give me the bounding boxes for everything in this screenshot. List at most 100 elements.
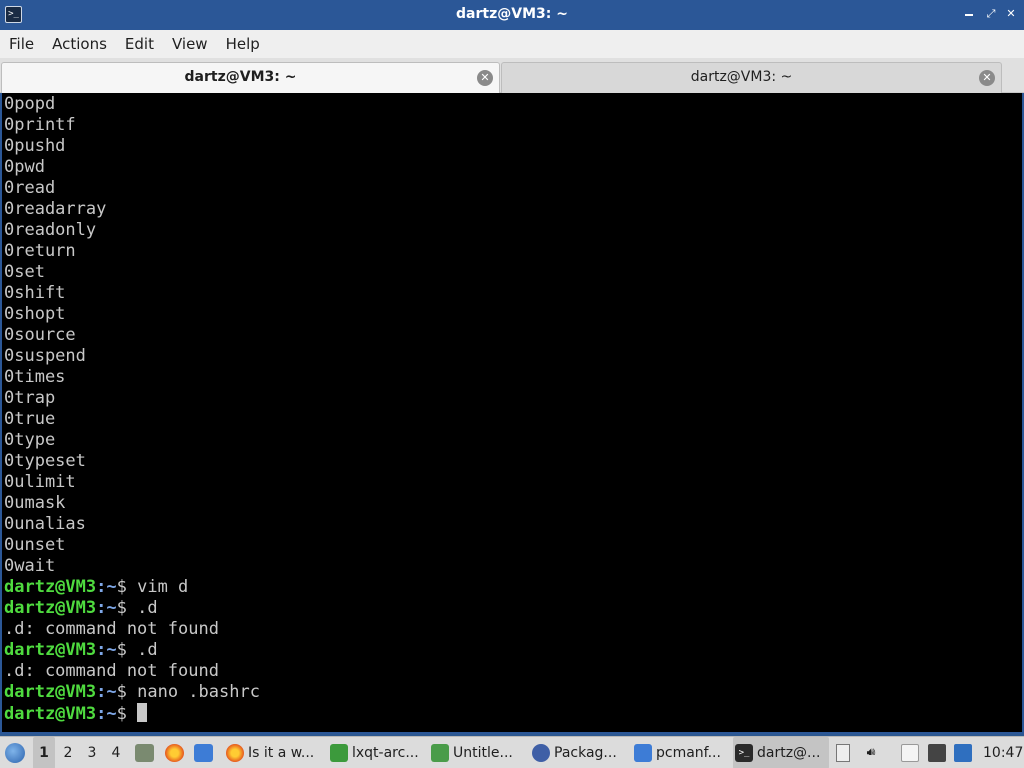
terminal-output: 0popd 0printf 0pushd 0pwd 0read 0readarray 0re…	[4, 94, 260, 724]
prompt-line: dartz@VM3:~$ nano .bashrc	[4, 682, 260, 703]
workspace-3[interactable]: 3	[81, 737, 103, 768]
window-title: dartz@VM3: ~	[456, 6, 568, 22]
tab-bar: dartz@VM3: ~ ✕ dartz@VM3: ~ ✕	[0, 58, 1024, 93]
prompt-path: ~	[106, 704, 117, 724]
prompt-line: dartz@VM3:~$ .d	[4, 598, 260, 619]
document-icon	[431, 744, 449, 762]
workspace-2[interactable]: 2	[57, 737, 79, 768]
taskbar: 1 2 3 4 Is it a w... lxqt-arc... Untitle…	[0, 736, 1024, 768]
terminal-output-line: 0printf	[4, 115, 76, 135]
tab-label: dartz@VM3: ~	[184, 69, 297, 85]
terminal-output-line: 0trap	[4, 388, 56, 408]
tab-terminal-1[interactable]: dartz@VM3: ~ ✕	[1, 62, 500, 93]
prompt-separator: :	[96, 682, 107, 702]
terminal-output-line: 0times	[4, 367, 66, 387]
command-text: vim d	[137, 577, 189, 597]
terminal-output-line: 0true	[4, 409, 56, 429]
clipboard-icon[interactable]	[901, 744, 919, 762]
show-desktop-icon[interactable]	[194, 744, 213, 762]
terminal-output-line: 0shopt	[4, 304, 66, 324]
file-manager-launcher-icon[interactable]	[135, 744, 154, 762]
task-label: dartz@...	[757, 745, 821, 761]
menu-edit[interactable]: Edit	[116, 30, 163, 58]
minimize-button[interactable]	[962, 7, 976, 21]
prompt-path: ~	[106, 682, 117, 702]
tab-label: dartz@VM3: ~	[690, 69, 793, 85]
workspace-4[interactable]: 4	[105, 737, 127, 768]
terminal-output-line: 0readonly	[4, 220, 97, 240]
main-menu-icon[interactable]	[5, 743, 25, 763]
terminal-output-line: 0pushd	[4, 136, 66, 156]
prompt-path: ~	[106, 577, 117, 597]
terminal-output-line: .d: command not found	[4, 619, 219, 639]
terminal-output-line: 0set	[4, 262, 45, 282]
menu-file[interactable]: File	[0, 30, 43, 58]
terminal-output-line: 0umask	[4, 493, 66, 513]
task-folder[interactable]: pcmanf...	[632, 737, 728, 768]
task-label: Untitle...	[453, 745, 513, 761]
command-text: .d	[137, 640, 158, 660]
terminal-output-line: .d: command not found	[4, 661, 219, 681]
prompt-dollar: $	[116, 640, 138, 660]
prompt-path: ~	[106, 640, 117, 660]
prompt-dollar: $	[116, 682, 138, 702]
prompt-user-host: dartz@VM3	[4, 682, 97, 702]
firefox-icon	[226, 744, 244, 762]
clock[interactable]: 10:47	[983, 737, 1023, 768]
task-label: Is it a w...	[248, 745, 315, 761]
prompt-line: dartz@VM3:~$ .d	[4, 640, 260, 661]
display-icon[interactable]	[928, 744, 946, 762]
prompt-line: dartz@VM3:~$	[4, 703, 260, 724]
terminal-output-line: 0unalias	[4, 514, 86, 534]
prompt-dollar: $	[116, 704, 138, 724]
task-label: Packag...	[554, 745, 617, 761]
prompt-user-host: dartz@VM3	[4, 577, 97, 597]
menu-view[interactable]: View	[163, 30, 217, 58]
task-document[interactable]: Untitle...	[429, 737, 525, 768]
tab-terminal-2[interactable]: dartz@VM3: ~ ✕	[501, 62, 1002, 93]
terminal-output-line: 0popd	[4, 94, 56, 114]
terminal-output-line: 0ulimit	[4, 472, 76, 492]
close-window-button[interactable]: ✕	[1004, 7, 1018, 21]
scroll-up-icon[interactable]	[836, 744, 850, 762]
terminal-output-line: 0read	[4, 178, 56, 198]
prompt-user-host: dartz@VM3	[4, 598, 97, 618]
menu-actions[interactable]: Actions	[43, 30, 116, 58]
folder-icon	[634, 744, 652, 762]
network-icon[interactable]	[954, 744, 972, 762]
task-terminal[interactable]: >_ dartz@...	[733, 737, 829, 768]
terminal-output-line: 0readarray	[4, 199, 107, 219]
close-tab-icon[interactable]: ✕	[979, 70, 995, 86]
maximize-button[interactable]: ⤢	[984, 7, 998, 21]
terminal-view[interactable]: 0popd 0printf 0pushd 0pwd 0read 0readarray 0re…	[0, 93, 1024, 734]
terminal-output-line: 0type	[4, 430, 56, 450]
close-tab-icon[interactable]: ✕	[477, 70, 493, 86]
prompt-line: dartz@VM3:~$ vim d	[4, 577, 260, 598]
package-icon	[532, 744, 550, 762]
task-package[interactable]: Packag...	[530, 737, 626, 768]
terminal-cursor	[137, 703, 148, 722]
task-label: pcmanf...	[656, 745, 721, 761]
prompt-separator: :	[96, 704, 107, 724]
terminal-output-line: 0wait	[4, 556, 56, 576]
firefox-launcher-icon[interactable]	[165, 744, 184, 762]
prompt-separator: :	[96, 598, 107, 618]
terminal-output-line: 0pwd	[4, 157, 45, 177]
spreadsheet-icon	[330, 744, 348, 762]
terminal-output-line: 0return	[4, 241, 76, 261]
menu-help[interactable]: Help	[217, 30, 269, 58]
terminal-output-line: 0suspend	[4, 346, 86, 366]
window-titlebar[interactable]: >_ dartz@VM3: ~ ⤢ ✕	[0, 0, 1024, 30]
task-spreadsheet[interactable]: lxqt-arc...	[328, 737, 424, 768]
terminal-output-line: 0shift	[4, 283, 66, 303]
volume-icon[interactable]: 🔊︎	[862, 737, 880, 755]
prompt-separator: :	[96, 577, 107, 597]
menu-bar: File Actions Edit View Help	[0, 30, 1024, 58]
terminal-output-line: 0typeset	[4, 451, 86, 471]
workspace-1[interactable]: 1	[33, 737, 55, 768]
prompt-dollar: $	[116, 598, 138, 618]
prompt-separator: :	[96, 640, 107, 660]
task-firefox[interactable]: Is it a w...	[224, 737, 324, 768]
prompt-dollar: $	[116, 577, 138, 597]
command-text: nano .bashrc	[137, 682, 260, 702]
